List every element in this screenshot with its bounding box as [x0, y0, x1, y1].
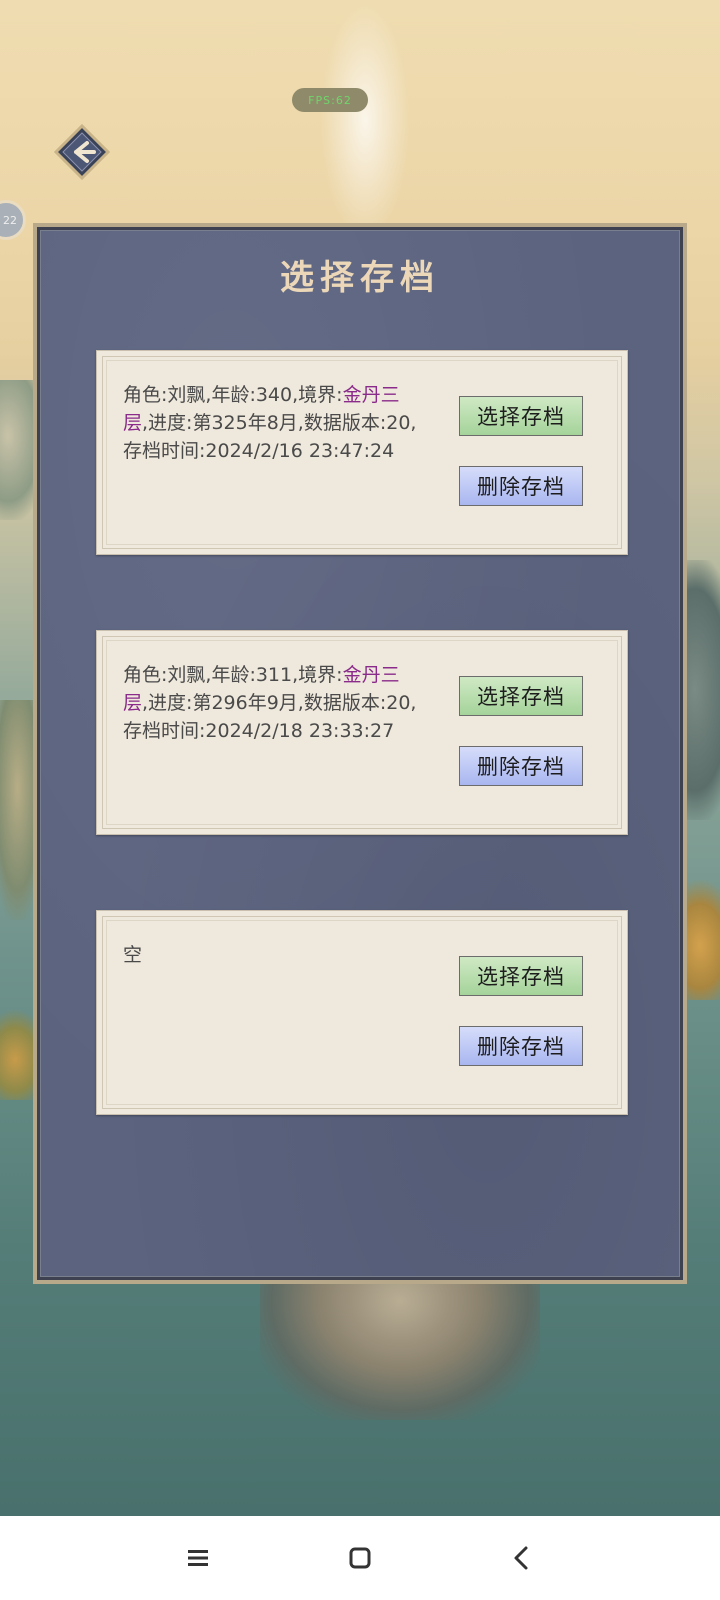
back-button[interactable] — [53, 123, 111, 181]
nav-home-button[interactable] — [344, 1542, 376, 1574]
save-slot-info: 空 — [123, 941, 423, 969]
delete-save-button[interactable]: 删除存档 — [459, 746, 583, 786]
system-nav-bar — [0, 1516, 720, 1600]
nav-menu-button[interactable] — [182, 1542, 214, 1574]
save-slot-info: 角色:刘飘,年龄:311,境界:金丹三层,进度:第296年9月,数据版本:20,… — [123, 661, 423, 745]
nav-back-button[interactable] — [506, 1542, 538, 1574]
save-info-text: 角色:刘飘,年龄:311,境界: — [123, 664, 343, 686]
select-save-button[interactable]: 选择存档 — [459, 956, 583, 996]
save-info-text: ,进度:第296年9月,数据版本:20,存档时间:2024/2/18 23:33… — [123, 692, 417, 742]
save-select-panel: 选择存档 角色:刘飘,年龄:340,境界:金丹三层,进度:第325年8月,数据版… — [37, 227, 683, 1280]
save-info-text: 角色:刘飘,年龄:340,境界: — [123, 384, 343, 406]
chevron-left-icon — [514, 1546, 528, 1570]
arrow-left-icon — [53, 123, 111, 181]
select-save-button[interactable]: 选择存档 — [459, 396, 583, 436]
panel-title: 选择存档 — [280, 258, 440, 298]
square-icon — [349, 1547, 371, 1569]
menu-icon — [188, 1550, 208, 1566]
select-save-button[interactable]: 选择存档 — [459, 676, 583, 716]
fps-indicator: FPS:62 — [292, 88, 368, 112]
save-slot-1: 角色:刘飘,年龄:340,境界:金丹三层,进度:第325年8月,数据版本:20,… — [96, 350, 628, 555]
save-slot-2: 角色:刘飘,年龄:311,境界:金丹三层,进度:第296年9月,数据版本:20,… — [96, 630, 628, 835]
delete-save-button[interactable]: 删除存档 — [459, 1026, 583, 1066]
save-info-text: ,进度:第325年8月,数据版本:20,存档时间:2024/2/16 23:47… — [123, 412, 417, 462]
save-slot-3: 空 选择存档 删除存档 — [96, 910, 628, 1115]
save-info-text: 空 — [123, 944, 143, 966]
mist-decoration — [320, 0, 410, 240]
save-slot-info: 角色:刘飘,年龄:340,境界:金丹三层,进度:第325年8月,数据版本:20,… — [123, 381, 423, 465]
delete-save-button[interactable]: 删除存档 — [459, 466, 583, 506]
